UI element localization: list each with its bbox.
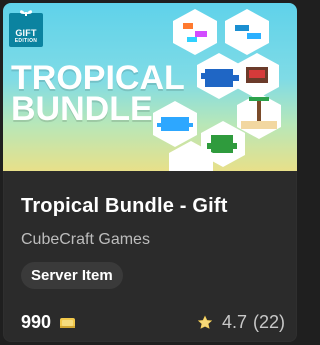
price-value: 990 — [21, 312, 52, 332]
product-title[interactable]: Tropical Bundle - Gift — [21, 195, 228, 218]
hex-tile-5 — [237, 93, 281, 139]
badge-line-1: GIFT — [15, 28, 37, 38]
price: 990 — [21, 312, 76, 333]
product-publisher[interactable]: CubeCraft Games — [21, 231, 150, 249]
gift-edition-badge: GIFT EDITION — [9, 10, 43, 47]
coin-icon — [60, 317, 76, 328]
badge-line-2: EDITION — [14, 38, 38, 44]
hex-tile-1 — [173, 9, 217, 55]
rating-count: (22) — [252, 312, 285, 332]
gift-bow-icon — [20, 10, 32, 16]
product-card[interactable]: GIFT EDITION TROPICAL BUNDLE Tropical Bu… — [3, 3, 297, 342]
hex-tile-3 — [235, 53, 279, 99]
rating: 4.7 (22) — [196, 312, 285, 333]
server-item-tag: Server Item — [21, 262, 123, 289]
bundle-artwork — [153, 9, 281, 171]
rating-value: 4.7 — [221, 312, 247, 332]
star-icon — [197, 315, 213, 329]
product-thumbnail[interactable]: GIFT EDITION TROPICAL BUNDLE — [3, 3, 297, 171]
hex-tile-4 — [197, 53, 241, 99]
product-meta: Tropical Bundle - Gift CubeCraft Games S… — [3, 171, 297, 342]
hex-tile-6 — [153, 101, 197, 147]
hex-tile-2 — [225, 9, 269, 55]
